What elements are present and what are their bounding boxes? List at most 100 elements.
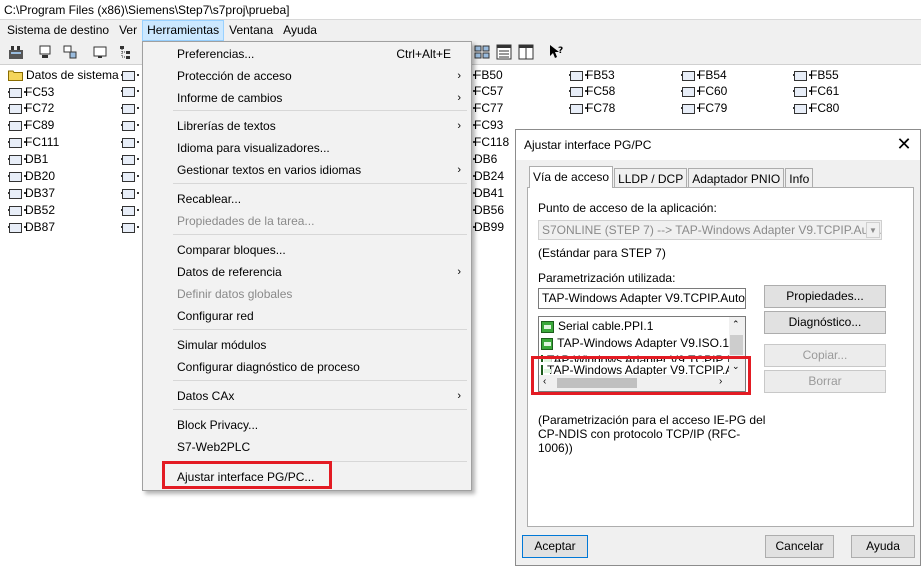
- block-icon[interactable]: [121, 117, 139, 134]
- details-view-icon[interactable]: [518, 44, 534, 60]
- menu-item-label: Comparar bloques...: [177, 243, 286, 257]
- menu-item-s7-web2plc[interactable]: S7-Web2PLC: [143, 437, 471, 458]
- menu-item-comparar-bloques[interactable]: Comparar bloques...: [143, 240, 471, 261]
- menu-item-propiedades-tarea[interactable]: Propiedades de la tarea...: [143, 211, 471, 232]
- menu-item-librerias-de-textos[interactable]: Librerías de textos ›: [143, 116, 471, 137]
- block-label: FB50: [474, 67, 503, 82]
- menu-item-simular-modulos[interactable]: Simular módulos: [143, 335, 471, 356]
- block-item[interactable]: FC111: [8, 134, 59, 151]
- block-icon[interactable]: [121, 83, 139, 100]
- menu-item-datos-de-referencia[interactable]: Datos de referencia ›: [143, 262, 471, 283]
- chevron-right-icon: ›: [457, 92, 461, 104]
- block-icon[interactable]: [121, 134, 139, 151]
- menu-item-definir-datos-globales[interactable]: Definir datos globales: [143, 284, 471, 305]
- block-item[interactable]: DB20: [8, 168, 55, 185]
- properties-button[interactable]: Propiedades...: [764, 285, 886, 308]
- block-item[interactable]: FC61: [793, 83, 839, 100]
- block-label: DB99: [474, 219, 505, 234]
- list-view-icon[interactable]: [496, 44, 512, 60]
- block-item[interactable]: DB87: [8, 218, 55, 235]
- block-item[interactable]: FB53: [569, 66, 615, 83]
- help-pointer-icon[interactable]: ?: [548, 44, 564, 60]
- menu-separator: [173, 110, 467, 111]
- tree-view-icon[interactable]: [119, 44, 135, 60]
- menu-ver[interactable]: Ver: [114, 20, 142, 41]
- block-item[interactable]: FB54: [681, 66, 727, 83]
- block-item[interactable]: FC72: [8, 100, 54, 117]
- block-icon[interactable]: [121, 167, 139, 184]
- block-label: FC89: [25, 118, 55, 133]
- network-icon[interactable]: [62, 44, 78, 60]
- menu-item-preferencias[interactable]: Preferencias... Ctrl+Alt+E: [143, 44, 471, 65]
- block-label: DB20: [25, 169, 56, 183]
- menu-item-datos-cax[interactable]: Datos CAx ›: [143, 386, 471, 407]
- block-item[interactable]: FC78: [569, 100, 615, 117]
- menu-item-gestionar-textos[interactable]: Gestionar textos en varios idiomas ›: [143, 160, 471, 181]
- block-item[interactable]: DB37: [8, 184, 55, 201]
- block-item[interactable]: FC58: [569, 83, 615, 100]
- block-icon[interactable]: [121, 218, 139, 235]
- system-data-folder[interactable]: Datos de sistema: [8, 66, 119, 83]
- menu-item-label: Definir datos globales: [177, 287, 293, 301]
- block-item[interactable]: FB55: [793, 66, 839, 83]
- block-icon[interactable]: [121, 201, 139, 218]
- block-label: FB53: [586, 67, 615, 82]
- menu-item-proteccion-de-acceso[interactable]: Protección de acceso ›: [143, 66, 471, 87]
- menu-ventana[interactable]: Ventana: [224, 20, 278, 41]
- block-item[interactable]: DB52: [8, 201, 55, 218]
- block-label: DB41: [474, 185, 505, 200]
- menu-item-label: Gestionar textos en varios idiomas: [177, 163, 362, 177]
- block-icon[interactable]: [121, 66, 139, 83]
- menu-item-label: Block Privacy...: [177, 418, 259, 432]
- list-item[interactable]: TAP-Windows Adapter V9.ISO.1: [541, 335, 729, 352]
- scroll-thumb[interactable]: [730, 335, 743, 355]
- menu-item-configurar-diagnostico[interactable]: Configurar diagnóstico de proceso: [143, 357, 471, 378]
- block-icon[interactable]: [121, 151, 139, 168]
- parametrization-label: Parametrización utilizada:: [538, 271, 676, 285]
- accept-button[interactable]: Aceptar: [522, 535, 588, 558]
- tab-info[interactable]: Info: [785, 168, 814, 188]
- parametrization-field[interactable]: TAP-Windows Adapter V9.TCPIP.Auto.1 <: [538, 288, 746, 309]
- block-icon: [569, 86, 587, 98]
- help-button[interactable]: Ayuda: [851, 535, 915, 558]
- block-icon: [121, 137, 139, 149]
- block-item[interactable]: FC79: [681, 100, 727, 117]
- scroll-up-icon[interactable]: ⌃: [732, 319, 740, 330]
- menu-item-configurar-red[interactable]: Configurar red: [143, 306, 471, 327]
- online-icon[interactable]: [37, 44, 53, 60]
- block-label: FC111: [25, 135, 60, 150]
- large-icons-icon[interactable]: [474, 44, 490, 60]
- tab-lldp-dcp[interactable]: LLDP / DCP: [614, 168, 688, 188]
- block-item[interactable]: FC80: [793, 100, 839, 117]
- tab-via-de-acceso[interactable]: Vía de acceso: [529, 166, 614, 188]
- block-item[interactable]: FC60: [681, 83, 727, 100]
- delete-button[interactable]: Borrar: [764, 370, 886, 393]
- tab-adaptador-pnio[interactable]: Adaptador PNIO: [688, 168, 785, 188]
- list-item[interactable]: Serial cable.PPI.1: [541, 318, 729, 335]
- menu-herramientas[interactable]: Herramientas: [142, 20, 225, 41]
- menu-item-informe-de-cambios[interactable]: Informe de cambios ›: [143, 88, 471, 109]
- menu-item-block-privacy[interactable]: Block Privacy...: [143, 415, 471, 436]
- menu-item-label: Propiedades de la tarea...: [177, 214, 315, 228]
- block-icon: [121, 171, 139, 182]
- menu-item-label: Protección de acceso: [177, 69, 292, 83]
- block-icon[interactable]: [121, 184, 139, 201]
- block-item[interactable]: DB1: [8, 151, 48, 168]
- close-icon[interactable]: ✕: [894, 134, 914, 154]
- block-icon: [793, 103, 811, 115]
- chevron-down-icon: ▼: [866, 222, 880, 238]
- block-item[interactable]: FC89: [8, 117, 54, 134]
- cancel-button[interactable]: Cancelar: [765, 535, 834, 558]
- block-item[interactable]: FC53: [8, 83, 54, 100]
- accessible-nodes-icon[interactable]: [8, 44, 24, 60]
- block-icon: [8, 171, 26, 182]
- menu-item-recablear[interactable]: Recablear...: [143, 189, 471, 210]
- menu-item-idioma-visualizadores[interactable]: Idioma para visualizadores...: [143, 138, 471, 159]
- menu-sistema-de-destino[interactable]: Sistema de destino: [2, 20, 114, 41]
- block-icon[interactable]: [121, 100, 139, 117]
- block-icon: [569, 103, 587, 115]
- diagnostics-button[interactable]: Diagnóstico...: [764, 311, 886, 334]
- menu-ayuda[interactable]: Ayuda: [278, 20, 322, 41]
- copy-button[interactable]: Copiar...: [764, 344, 886, 367]
- display-icon[interactable]: [92, 44, 108, 60]
